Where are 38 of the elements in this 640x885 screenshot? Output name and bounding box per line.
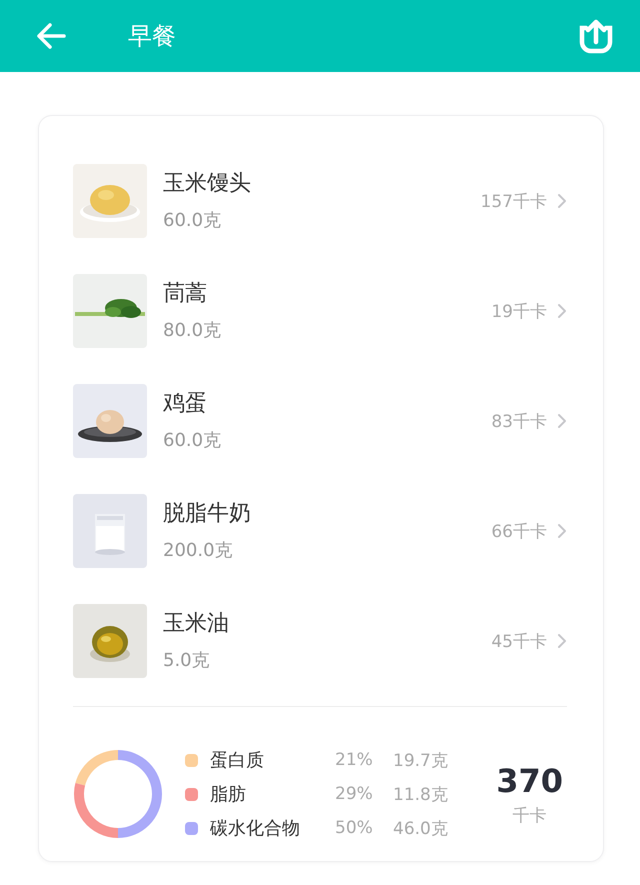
food-calories: 45千卡 bbox=[491, 630, 547, 652]
food-item[interactable]: 茼蒿 80.0克 19千卡 bbox=[73, 256, 567, 366]
food-name: 茼蒿 bbox=[163, 280, 208, 308]
food-amount: 60.0克 bbox=[163, 429, 222, 452]
page-title: 早餐 bbox=[128, 21, 177, 52]
nutrient-percent: 50% bbox=[335, 818, 374, 838]
chevron-icon bbox=[557, 523, 567, 539]
food-name: 玉米馒头 bbox=[163, 170, 252, 198]
food-amount: 200.0克 bbox=[163, 539, 234, 562]
food-item[interactable]: 玉米馒头 60.0克 157千卡 bbox=[73, 146, 567, 256]
nutrient-name: 脂肪 bbox=[210, 783, 247, 806]
nutrient-amount: 46.0克 bbox=[393, 818, 448, 840]
back-arrow-icon[interactable] bbox=[36, 23, 66, 49]
food-amount: 60.0克 bbox=[163, 209, 222, 232]
total-calories: 370 bbox=[496, 762, 563, 800]
food-item[interactable]: 玉米油 5.0克 45千卡 bbox=[73, 586, 567, 696]
food-name: 鸡蛋 bbox=[163, 390, 208, 418]
food-calories: 19千卡 bbox=[491, 300, 547, 322]
chevron-icon bbox=[557, 413, 567, 429]
nutrient-percent: 29% bbox=[335, 784, 374, 804]
nutrient-amount: 19.7克 bbox=[393, 750, 448, 772]
food-calories: 66千卡 bbox=[491, 520, 547, 542]
food-amount: 80.0克 bbox=[163, 319, 222, 342]
food-item[interactable]: 脱脂牛奶 200.0克 66千卡 bbox=[73, 476, 567, 586]
calorie-unit: 千卡 bbox=[512, 804, 547, 826]
chevron-icon bbox=[557, 193, 567, 209]
food-name: 玉米油 bbox=[163, 610, 230, 638]
food-calories: 83千卡 bbox=[491, 410, 547, 432]
food-calories: 157千卡 bbox=[480, 190, 547, 212]
food-item[interactable]: 鸡蛋 60.0克 83千卡 bbox=[73, 366, 567, 476]
food-amount: 5.0克 bbox=[163, 649, 211, 672]
food-name: 脱脂牛奶 bbox=[163, 500, 252, 528]
chevron-icon bbox=[557, 633, 567, 649]
chevron-icon bbox=[557, 303, 567, 319]
nutrient-name: 碳水化合物 bbox=[210, 817, 301, 840]
nutrient-percent: 21% bbox=[335, 750, 374, 770]
nutrient-name: 蛋白质 bbox=[210, 749, 265, 772]
nutrient-amount: 11.8克 bbox=[393, 784, 448, 806]
